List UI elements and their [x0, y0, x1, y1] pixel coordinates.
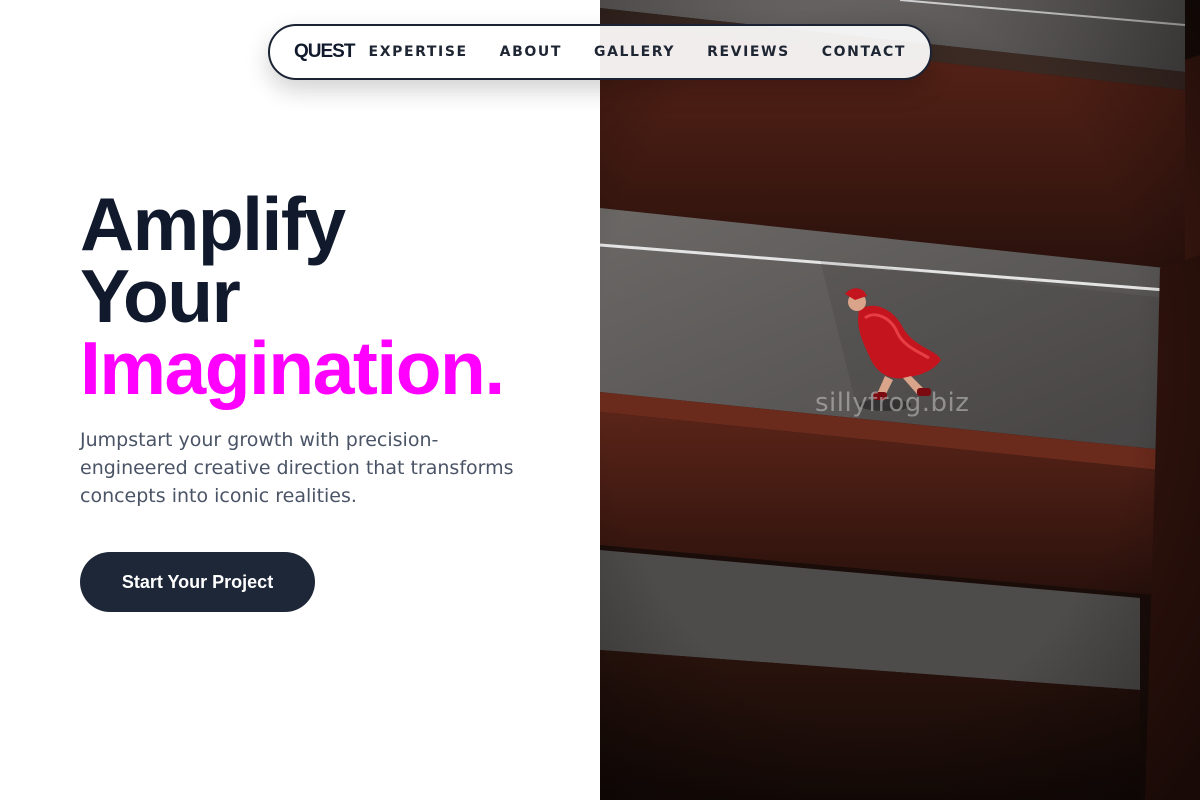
hero-title: Amplify Your Imagination.: [80, 182, 580, 410]
hero-title-line-3: Imagination.: [80, 326, 505, 410]
watermark-text: sillyfrog.biz: [815, 388, 970, 418]
nav-link-expertise[interactable]: EXPERTISE: [369, 44, 468, 60]
brand-logo[interactable]: QUEST: [294, 41, 369, 63]
nav-link-about[interactable]: ABOUT: [500, 44, 562, 60]
hero-subtitle: Jumpstart your growth with precision-eng…: [80, 429, 514, 507]
nav-link-contact[interactable]: CONTACT: [822, 44, 906, 60]
hero-title-line-2: Your: [80, 254, 241, 338]
nav-links: EXPERTISE ABOUT GALLERY REVIEWS CONTACT: [369, 44, 906, 60]
nav-link-reviews[interactable]: REVIEWS: [707, 44, 790, 60]
top-navigation: QUEST EXPERTISE ABOUT GALLERY REVIEWS CO…: [268, 24, 932, 80]
landing-page: sillyfrog.biz QUEST EXPERTISE ABOUT GALL…: [0, 0, 1200, 800]
nav-link-gallery[interactable]: GALLERY: [594, 44, 675, 60]
hero-title-line-1: Amplify: [80, 182, 346, 266]
hero-section: Amplify Your Imagination. Jumpstart your…: [80, 182, 580, 510]
start-project-button[interactable]: Start Your Project: [80, 552, 315, 612]
